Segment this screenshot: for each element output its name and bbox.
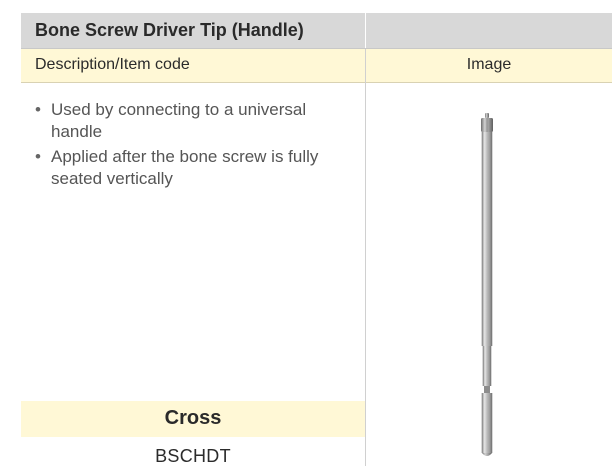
bullet-icon: • — [35, 147, 41, 166]
list-item: • Used by connecting to a universal hand… — [35, 99, 355, 143]
title-bar: Bone Screw Driver Tip (Handle) — [21, 13, 612, 49]
variant-label: Cross — [164, 407, 222, 429]
description-text: Applied after the bone screw is fully se… — [51, 147, 319, 188]
column-divider — [365, 49, 366, 466]
title-divider — [365, 13, 366, 48]
item-code: BSCHDT — [155, 446, 231, 466]
image-header: Image — [466, 56, 512, 73]
list-item: • Applied after the bone screw is fully … — [35, 146, 355, 190]
table-header-row: Description/Item code Image — [21, 49, 612, 83]
product-title: Bone Screw Driver Tip (Handle) — [35, 20, 304, 40]
bullet-icon: • — [35, 100, 41, 119]
description-text: Used by connecting to a universal handle — [51, 100, 307, 141]
screw-driver-tip-image — [481, 113, 493, 456]
description-list: • Used by connecting to a universal hand… — [35, 99, 355, 193]
description-header: Description/Item code — [35, 56, 190, 73]
variant-label-row: Cross — [21, 401, 365, 437]
product-spec-table: Bone Screw Driver Tip (Handle) Descripti… — [21, 13, 612, 466]
